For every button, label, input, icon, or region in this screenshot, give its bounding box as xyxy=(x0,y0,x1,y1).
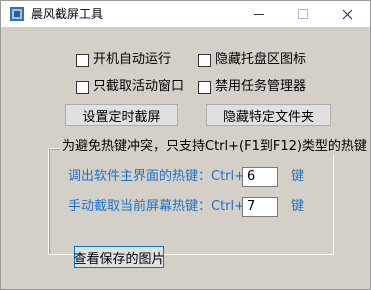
hide-tray-label: 隐藏托盘区图标 xyxy=(215,52,307,67)
hide-tray-option[interactable]: 隐藏托盘区图标 xyxy=(198,52,306,68)
main-ui-hotkey-label: 调出软件主界面的热键：Ctrl+ F xyxy=(68,169,257,184)
capture-hotkey-input[interactable]: 7 xyxy=(242,197,278,217)
schedule-capture-button[interactable]: 设置定时截屏 xyxy=(65,104,178,126)
maximize-button[interactable] xyxy=(283,1,323,27)
close-button[interactable] xyxy=(327,1,367,27)
active-window-option[interactable]: 只截取活动窗口 xyxy=(76,79,184,95)
disable-task-manager-option[interactable]: 禁用任务管理器 xyxy=(198,79,306,95)
maximize-icon xyxy=(298,9,308,19)
autostart-label: 开机自动运行 xyxy=(93,52,172,67)
autostart-option[interactable]: 开机自动运行 xyxy=(76,52,171,68)
autostart-checkbox[interactable] xyxy=(76,53,89,67)
main-ui-hotkey-suffix: 键 xyxy=(291,169,305,184)
close-icon xyxy=(342,9,352,19)
hide-folder-button[interactable]: 隐藏特定文件夹 xyxy=(206,104,331,126)
hide-tray-checkbox[interactable] xyxy=(198,53,211,67)
app-window: 晨风截屏工具 开机自动运行 隐藏托盘区图标 只截取活动窗口 禁用任务管理器 设置… xyxy=(0,0,371,290)
dialog-body: 开机自动运行 隐藏托盘区图标 只截取活动窗口 禁用任务管理器 设置定时截屏 隐藏… xyxy=(1,27,370,289)
capture-hotkey-label: 手动截取当前屏幕热键：Ctrl+ F xyxy=(68,199,257,214)
minimize-button[interactable] xyxy=(239,1,279,27)
active-window-checkbox[interactable] xyxy=(76,80,89,94)
minimize-icon xyxy=(254,13,264,15)
view-saved-images-button[interactable]: 查看保存的图片 xyxy=(74,246,165,268)
app-icon xyxy=(10,7,24,21)
disable-task-manager-label: 禁用任务管理器 xyxy=(215,79,307,94)
hotkey-group-title: 为避免热键冲突，只支持Ctrl+(F1到F12)类型的热键 xyxy=(60,139,369,155)
main-ui-hotkey-input[interactable]: 6 xyxy=(242,167,278,187)
disable-task-manager-checkbox[interactable] xyxy=(198,80,211,94)
active-window-label: 只截取活动窗口 xyxy=(93,79,185,94)
title-bar[interactable]: 晨风截屏工具 xyxy=(1,1,370,27)
capture-hotkey-suffix: 键 xyxy=(291,199,305,214)
window-title: 晨风截屏工具 xyxy=(31,7,104,21)
